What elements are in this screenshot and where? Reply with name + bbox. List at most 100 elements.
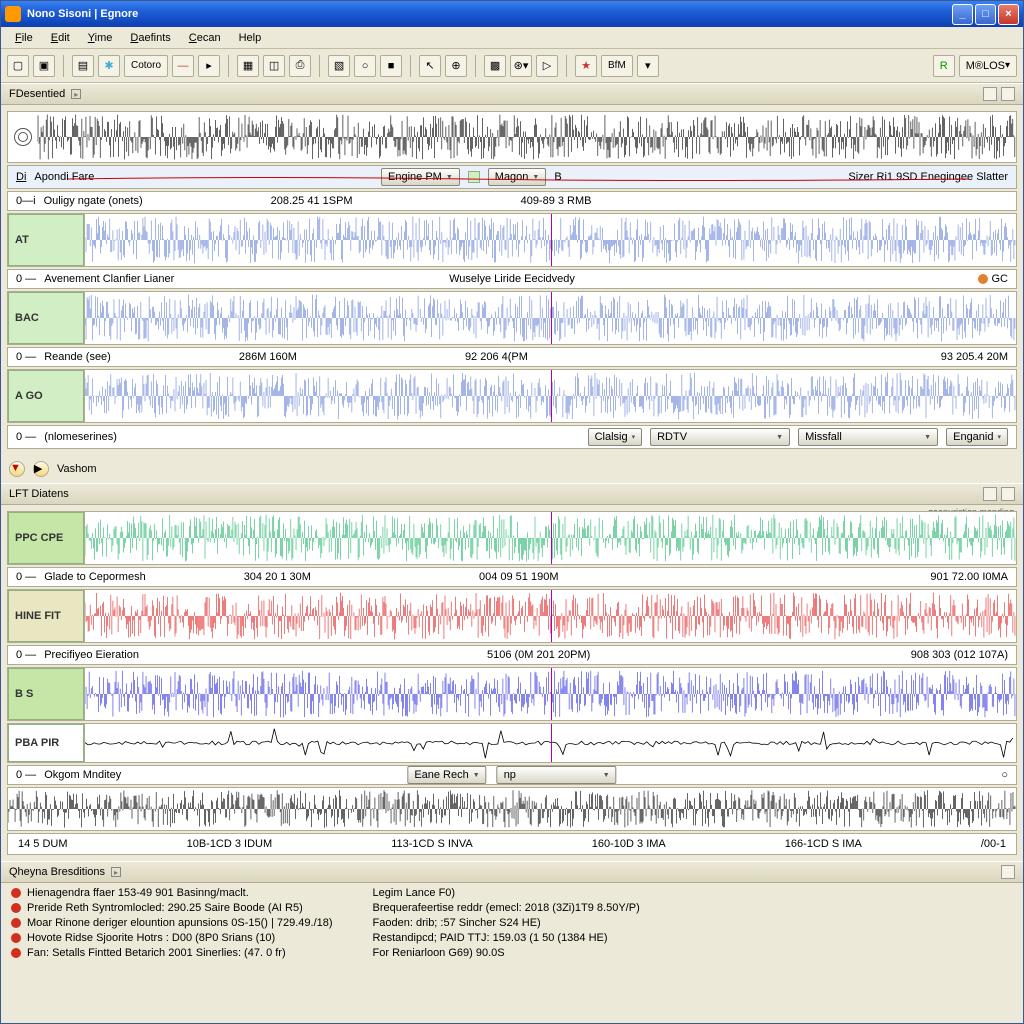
tool-open[interactable]: ▣ bbox=[33, 55, 55, 77]
tool-r[interactable]: R bbox=[933, 55, 955, 77]
status-r2: Faoden: drib; :57 Sincher S24 HE) bbox=[373, 917, 541, 929]
tool-mode[interactable]: M®LOS ▾ bbox=[959, 55, 1017, 77]
expand-icon-2[interactable]: ▸ bbox=[111, 867, 121, 877]
menu-cecan[interactable]: Cecan bbox=[181, 30, 229, 46]
track-pbc-label[interactable]: PPC CPE bbox=[8, 512, 84, 564]
track-ago[interactable]: A GO bbox=[7, 369, 1017, 423]
tool-target[interactable]: ⊕ bbox=[445, 55, 467, 77]
panel-diatens-header[interactable]: LFT Diatens bbox=[1, 483, 1023, 505]
info1-v1: 208.25 41 1SPM bbox=[271, 195, 353, 207]
status-r1: Brequerafeertise reddr (emecl: 2018 (3Zi… bbox=[373, 902, 640, 914]
overview-waveform[interactable] bbox=[7, 111, 1017, 163]
nav-down-icon[interactable]: ▼ bbox=[9, 461, 25, 477]
minimize-button[interactable]: _ bbox=[952, 4, 973, 25]
status-opt[interactable] bbox=[1001, 865, 1015, 879]
panel-desentied-header[interactable]: FDesentied ▸ bbox=[1, 83, 1023, 105]
track-at[interactable]: AT bbox=[7, 213, 1017, 267]
tool-grid[interactable]: ▦ bbox=[237, 55, 259, 77]
menu-file[interactable]: File bbox=[7, 30, 41, 46]
tool-new[interactable]: ▢ bbox=[7, 55, 29, 77]
nav-right-icon[interactable]: ▶ bbox=[33, 461, 49, 477]
track-bac-label[interactable]: BAC bbox=[8, 292, 84, 344]
di-label: Di bbox=[16, 171, 26, 183]
window-title: Nono Sisoni | Egnore bbox=[27, 8, 138, 20]
speaker-icon bbox=[14, 128, 32, 146]
tool-monitor[interactable]: ▤ bbox=[72, 55, 94, 77]
titlebar: Nono Sisoni | Egnore _ □ × bbox=[1, 1, 1023, 27]
status-r3: Restandipcd; PAID TTJ: 159.03 (1 50 (138… bbox=[373, 932, 608, 944]
tool-overlay[interactable]: ▧ bbox=[328, 55, 350, 77]
dd-rdtv[interactable]: RDTV▼ bbox=[650, 428, 790, 446]
app-icon bbox=[5, 6, 21, 22]
tool-cotoro[interactable]: Cotoro bbox=[124, 55, 168, 77]
ruler-1: 10B-1CD 3 IDUM bbox=[187, 838, 273, 850]
dd-missfall[interactable]: Missfall▼ bbox=[798, 428, 938, 446]
track-bs-label[interactable]: B S bbox=[8, 668, 84, 720]
track-ago-label[interactable]: A GO bbox=[8, 370, 84, 422]
menu-yime[interactable]: Yime bbox=[80, 30, 121, 46]
status-dot-icon bbox=[11, 918, 21, 928]
info-strip-3: 0 —Reande (see) 286M 160M 92 206 4(PM 93… bbox=[7, 347, 1017, 367]
status-col-right: Legim Lance F0) Brequerafeertise reddr (… bbox=[373, 887, 640, 959]
lower-content: PPC CPE 0 —Glade to Cepormesh 304 20 1 3… bbox=[1, 505, 1023, 861]
tool-print[interactable]: ⎙ bbox=[289, 55, 311, 77]
engine-pm-select[interactable]: Engine PM▼ bbox=[381, 168, 460, 186]
panel2-opt-2[interactable] bbox=[1001, 487, 1015, 501]
np-select[interactable]: np▼ bbox=[497, 766, 617, 784]
tool-circle[interactable]: ○ bbox=[354, 55, 376, 77]
menu-daefints[interactable]: Daefints bbox=[122, 30, 178, 46]
track-pba-label[interactable]: PBA PIR bbox=[8, 724, 84, 762]
track-hine-label[interactable]: HINE FIT bbox=[8, 590, 84, 642]
tool-cursor[interactable]: ↖ bbox=[419, 55, 441, 77]
sizer-label: Sizer Ri1 9SD Enegingee Slatter bbox=[848, 171, 1008, 183]
track-bac[interactable]: BAC bbox=[7, 291, 1017, 345]
tool-star[interactable]: ★ bbox=[575, 55, 597, 77]
marker-box[interactable] bbox=[468, 171, 480, 183]
info-strip-6: 0 —Precifiyeo Eieration 5106 (0M 201 20P… bbox=[7, 645, 1017, 665]
tool-dd[interactable]: ▾ bbox=[637, 55, 659, 77]
track-pbc[interactable]: PPC CPE bbox=[7, 511, 1017, 565]
tool-globe[interactable]: ⊛▾ bbox=[510, 55, 532, 77]
tool-flag[interactable]: ▸ bbox=[198, 55, 220, 77]
track-at-label[interactable]: AT bbox=[8, 214, 84, 266]
info6-v3: 908 303 (012 107A) bbox=[911, 649, 1008, 661]
tool-line[interactable]: — bbox=[172, 55, 194, 77]
panel2-opt-1[interactable] bbox=[983, 487, 997, 501]
tool-play[interactable]: ▷ bbox=[536, 55, 558, 77]
ruler-0: 14 5 DUM bbox=[18, 838, 68, 850]
status-r4: For Reniarloon G69) 90.0S bbox=[373, 947, 505, 959]
track-bs[interactable]: B S bbox=[7, 667, 1017, 721]
status-l2: Moar Rinone deriger elountion apunsions … bbox=[27, 917, 333, 929]
summary-waveform[interactable] bbox=[7, 787, 1017, 831]
dd-clalsig[interactable]: Clalsig▾ bbox=[588, 428, 643, 446]
tool-stop[interactable]: ■ bbox=[380, 55, 402, 77]
playhead-cursor[interactable] bbox=[551, 214, 552, 266]
tool-snow[interactable]: ✱ bbox=[98, 55, 120, 77]
maximize-button[interactable]: □ bbox=[975, 4, 996, 25]
panel-opt-1[interactable] bbox=[983, 87, 997, 101]
tool-bfm[interactable]: BfM bbox=[601, 55, 633, 77]
info3-text: Reande (see) bbox=[44, 351, 111, 363]
status-dot-icon bbox=[11, 948, 21, 958]
magon-select[interactable]: Magon▼ bbox=[488, 168, 547, 186]
panel-opt-2[interactable] bbox=[1001, 87, 1015, 101]
tool-layers[interactable]: ▩ bbox=[484, 55, 506, 77]
time-ruler[interactable]: 14 5 DUM 10B-1CD 3 IDUM 113-1CD S INVA 1… bbox=[7, 833, 1017, 855]
panel-diatens-title: LFT Diatens bbox=[9, 488, 69, 500]
info7-text: Okgom Mnditey bbox=[44, 769, 121, 781]
close-button[interactable]: × bbox=[998, 4, 1019, 25]
panel-status-header[interactable]: Qheyna Bresditions ▸ bbox=[1, 861, 1023, 883]
tool-chart[interactable]: ◫ bbox=[263, 55, 285, 77]
info2-gc: GC bbox=[992, 273, 1009, 285]
expand-icon[interactable]: ▸ bbox=[71, 89, 81, 99]
info-strip-5: 0 —Glade to Cepormesh 304 20 1 30M 004 0… bbox=[7, 567, 1017, 587]
apond-label: Apondi Fare bbox=[34, 171, 94, 183]
status-l4: Fan: Setalls Fintted Betarich 2001 Siner… bbox=[27, 947, 286, 959]
menu-help[interactable]: Help bbox=[231, 30, 270, 46]
dd-enganid[interactable]: Enganid▾ bbox=[946, 428, 1008, 446]
menu-edit[interactable]: Edit bbox=[43, 30, 78, 46]
info3-v1: 286M 160M bbox=[239, 351, 297, 363]
eane-rech-select[interactable]: Eane Rech▼ bbox=[407, 766, 486, 784]
track-hine[interactable]: HINE FIT bbox=[7, 589, 1017, 643]
track-pba[interactable]: PBA PIR bbox=[7, 723, 1017, 763]
